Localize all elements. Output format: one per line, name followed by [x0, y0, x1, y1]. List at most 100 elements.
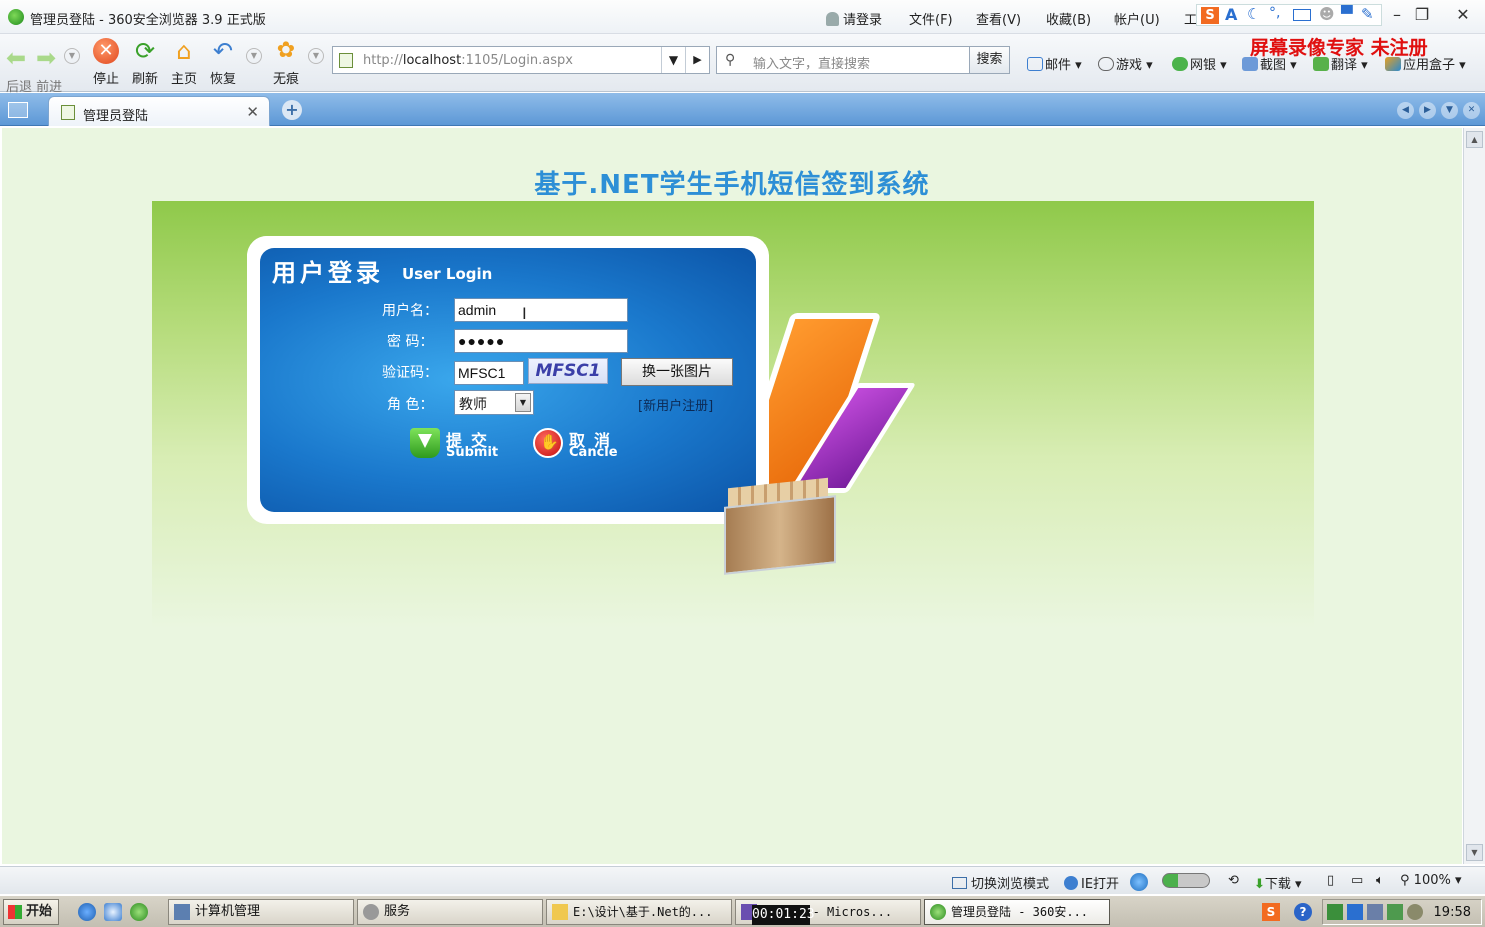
- gamepad-icon: [1098, 57, 1114, 71]
- task-360-browser[interactable]: 管理员登陆 - 360安...: [924, 899, 1110, 925]
- download-button[interactable]: ⬇下载 ▾: [1254, 873, 1302, 892]
- page-title: 基于.NET学生手机短信签到系统: [534, 170, 930, 200]
- forward-arrow-icon: ➡: [36, 44, 57, 72]
- menu-favorites[interactable]: 收藏(B): [1046, 9, 1091, 28]
- tab-strip: 管理员登陆 ✕ + ◀ ▶ ▼ ✕: [0, 93, 1485, 126]
- ie-quicklaunch-icon[interactable]: [78, 903, 96, 921]
- bookmark-icon[interactable]: ▯: [1327, 873, 1334, 888]
- close-window-button[interactable]: ✕: [1446, 4, 1480, 26]
- settings-tray-icon[interactable]: [1407, 904, 1423, 920]
- switch-mode-button[interactable]: 切换浏览模式: [952, 873, 1049, 892]
- sogou-tray-icon[interactable]: S: [1262, 903, 1280, 921]
- display-tray-icon[interactable]: [1387, 904, 1403, 920]
- tab-scroll-right-icon[interactable]: ▶: [1419, 102, 1436, 119]
- home-button[interactable]: ⌂ 主页: [166, 38, 202, 90]
- globe-icon[interactable]: [1130, 873, 1148, 891]
- close-tab-icon[interactable]: ✕: [246, 103, 259, 121]
- menu-view[interactable]: 查看(V): [976, 9, 1021, 28]
- sidebar-toggle-icon[interactable]: [8, 102, 28, 118]
- tab-list-icon[interactable]: ▼: [1441, 102, 1458, 119]
- address-dropdown-button[interactable]: ▼: [661, 47, 685, 73]
- username-label: 用户名：: [382, 303, 438, 319]
- address-url[interactable]: http://localhost:1105/Login.aspx: [363, 53, 573, 68]
- restore-dropdown-icon[interactable]: ▼: [246, 48, 262, 64]
- search-button[interactable]: 搜索: [969, 47, 1009, 73]
- new-tab-button[interactable]: +: [282, 100, 302, 120]
- clock: 19:58: [1433, 905, 1471, 920]
- menu-account[interactable]: 帐户(U): [1114, 9, 1160, 28]
- address-bar[interactable]: http://localhost:1105/Login.aspx ▼ ▶: [332, 46, 710, 74]
- keyboard-icon: [1293, 9, 1311, 21]
- ime-toolbar[interactable]: S A ☾ °, ☻ ▀ ✎: [1196, 4, 1382, 26]
- role-select[interactable]: 教师 ▼: [454, 390, 534, 415]
- 360-quicklaunch-icon[interactable]: [130, 903, 148, 921]
- status-bar: 切换浏览模式 IE打开 ⟲ ⬇下载 ▾ ▯ ▭ 🔈︎ ⚲ 100% ▾: [0, 866, 1485, 894]
- speed-icon[interactable]: ⟲: [1228, 873, 1239, 888]
- toolbar-mail[interactable]: 邮件 ▾: [1027, 54, 1082, 73]
- 360-browser-icon: [930, 904, 946, 920]
- tab-admin-login[interactable]: 管理员登陆 ✕: [48, 96, 270, 126]
- ie-open-button[interactable]: IE打开: [1064, 873, 1119, 892]
- go-button[interactable]: ▶: [685, 47, 709, 73]
- toolbar-games[interactable]: 游戏 ▾: [1098, 54, 1153, 73]
- download-arrow-icon: ⬇: [1254, 877, 1265, 892]
- search-box[interactable]: ⚲ 输入文字，直接搜索 搜索: [716, 46, 1010, 74]
- punct-icon: °,: [1269, 5, 1281, 21]
- mail-icon: [1027, 57, 1043, 71]
- task-explorer-folder[interactable]: E:\设计\基于.Net的...: [546, 899, 732, 925]
- zoom-button[interactable]: ⚲ 100% ▾: [1400, 873, 1462, 888]
- captcha-field[interactable]: MFSC1: [454, 361, 524, 385]
- incognito-dropdown-icon[interactable]: ▼: [308, 48, 324, 64]
- title-bar: 管理员登陆 - 360安全浏览器 3.9 正式版 请登录 文件(F) 查看(V)…: [0, 0, 1485, 34]
- vertical-scrollbar[interactable]: ▲ ▼: [1463, 128, 1485, 864]
- login-link[interactable]: 请登录: [826, 9, 882, 28]
- password-field[interactable]: ●●●●●: [454, 329, 628, 353]
- login-title-en: User Login: [402, 265, 493, 283]
- recording-timer: 00:01:23: [752, 905, 815, 925]
- paw-icon: ✿: [276, 38, 296, 63]
- text-cursor-icon: I: [522, 304, 527, 323]
- search-input[interactable]: 输入文字，直接搜索: [753, 53, 870, 72]
- back-forward-group[interactable]: ⬅ ➡ 后退 前进: [2, 38, 64, 95]
- stop-button[interactable]: ✕ 停止: [88, 38, 124, 90]
- incognito-button[interactable]: ✿ 无痕: [268, 38, 304, 90]
- scroll-down-icon[interactable]: ▼: [1466, 844, 1483, 861]
- refresh-button[interactable]: ⟳ 刷新: [127, 38, 163, 90]
- task-computer-management[interactable]: 计算机管理: [168, 899, 354, 925]
- toolbar-bank[interactable]: 网银 ▾: [1172, 54, 1227, 73]
- security-tray-icon[interactable]: [1347, 904, 1363, 920]
- sogou-icon: S: [1201, 7, 1219, 24]
- bank-icon: [1172, 57, 1188, 71]
- file-box-graphic: [720, 477, 840, 575]
- register-link[interactable]: [新用户注册]: [638, 395, 713, 414]
- login-title: 用户登录: [272, 259, 384, 287]
- help-icon[interactable]: ?: [1294, 903, 1312, 921]
- start-button[interactable]: 开始: [3, 899, 59, 925]
- username-field[interactable]: admin: [454, 298, 628, 322]
- monitor-tray-icon[interactable]: [1367, 904, 1383, 920]
- role-label: 角 色：: [387, 397, 434, 413]
- task-services[interactable]: 服务: [357, 899, 543, 925]
- tab-scroll-left-icon[interactable]: ◀: [1397, 102, 1414, 119]
- volume-icon[interactable]: 🔈︎: [1376, 873, 1384, 888]
- toggle-switch-icon[interactable]: [1162, 873, 1210, 889]
- wrench-icon: ✎: [1361, 5, 1374, 23]
- history-dropdown-icon[interactable]: ▼: [64, 48, 80, 64]
- scroll-up-icon[interactable]: ▲: [1466, 131, 1483, 148]
- submit-arrow-icon: [410, 428, 440, 458]
- gears-icon: [363, 904, 379, 920]
- chevron-down-icon: ▼: [515, 393, 531, 412]
- menu-file[interactable]: 文件(F): [909, 9, 953, 28]
- system-tray: 19:58: [1322, 899, 1482, 925]
- captcha-image: MFSC1: [528, 358, 608, 384]
- restore-window-button[interactable]: ❐: [1405, 4, 1439, 26]
- change-captcha-button[interactable]: 换一张图片: [621, 358, 733, 386]
- stop-hand-icon: [533, 428, 563, 458]
- restore-button[interactable]: ↶ 恢复: [205, 38, 241, 90]
- close-all-tabs-icon[interactable]: ✕: [1463, 102, 1480, 119]
- search-icon: ⚲: [725, 52, 736, 68]
- network-tray-icon[interactable]: [1327, 904, 1343, 920]
- window-icon[interactable]: ▭: [1351, 873, 1363, 888]
- desktop-quicklaunch-icon[interactable]: [104, 903, 122, 921]
- stop-icon: ✕: [93, 38, 119, 64]
